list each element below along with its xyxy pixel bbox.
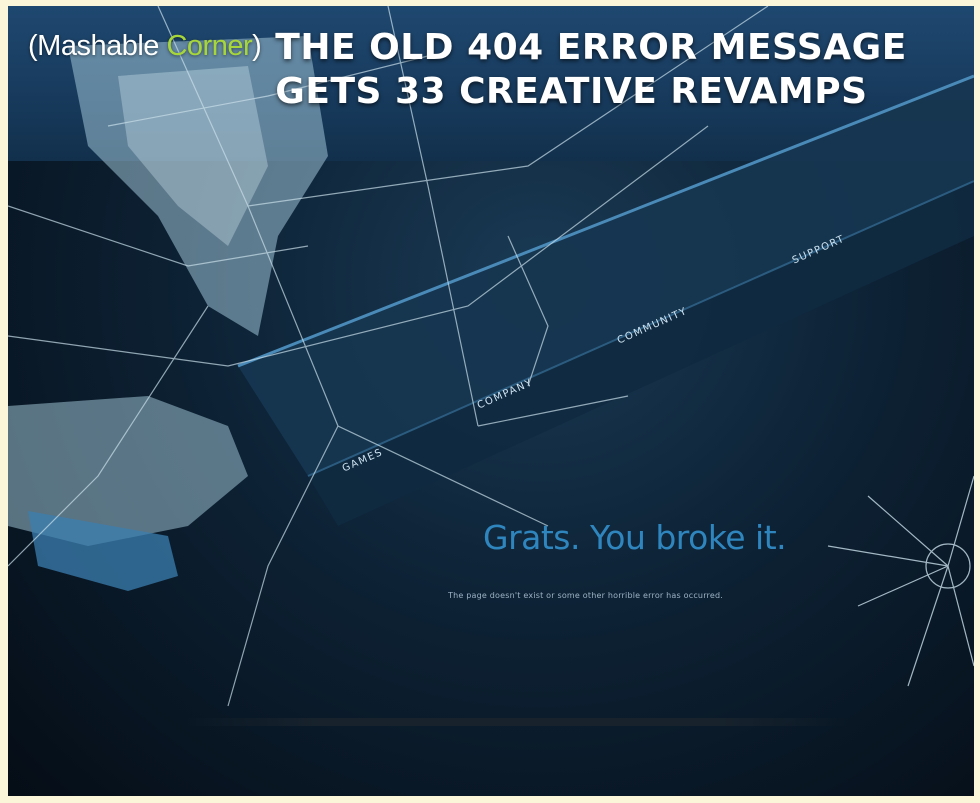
headline-line-2: GETS 33 CREATIVE REVAMPS: [275, 71, 868, 112]
glass-crack-right: [827, 475, 974, 687]
article-headline: THE OLD 404 ERROR MESSAGE GETS 33 CREATI…: [275, 26, 907, 114]
error-title: Grats. You broke it.: [483, 518, 787, 557]
error-message: The page doesn't exist or some other hor…: [448, 591, 723, 600]
headline-line-1: THE OLD 404 ERROR MESSAGE: [275, 27, 907, 68]
brand-open: (Mashable: [28, 30, 167, 62]
footer-bar: [188, 718, 848, 726]
brand-close: ): [252, 30, 262, 62]
broken-nav-bar: [237, 74, 974, 526]
brand-accent: Corner: [166, 30, 253, 62]
screenshot-frame: GAMES COMPANY COMMUNITY SUPPORT Grats. Y…: [8, 6, 974, 796]
article-header: (Mashable Corner) THE OLD 404 ERROR MESS…: [28, 26, 907, 114]
glass-shard-left: [8, 396, 248, 591]
brand-label: (Mashable Corner): [28, 30, 262, 63]
